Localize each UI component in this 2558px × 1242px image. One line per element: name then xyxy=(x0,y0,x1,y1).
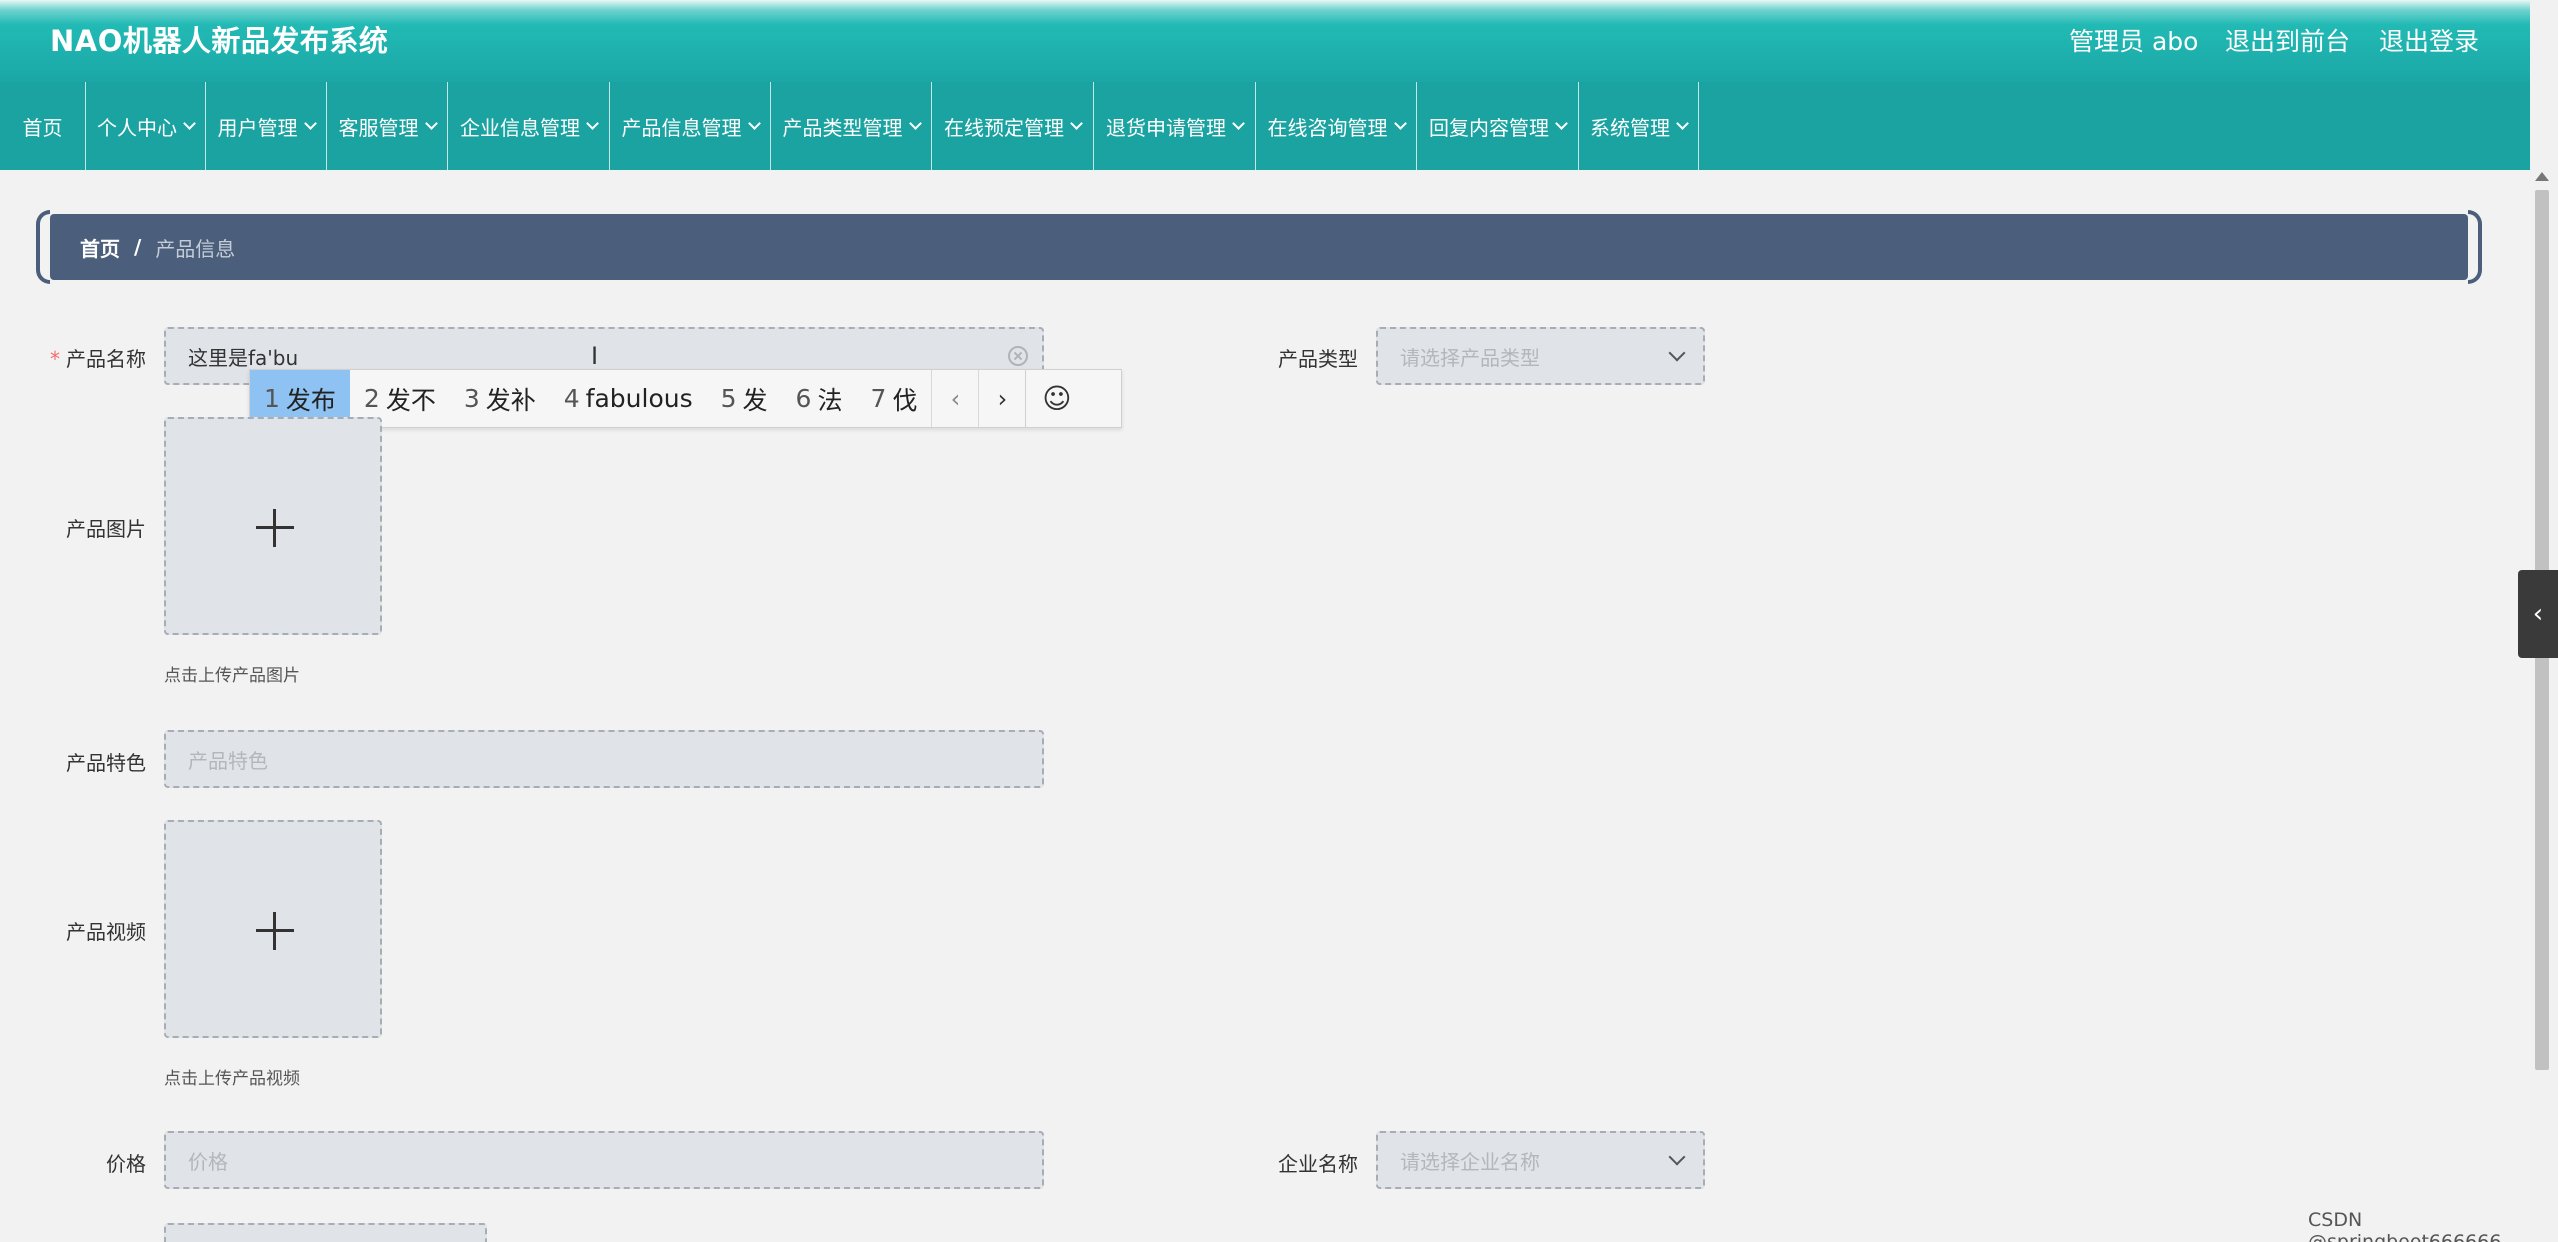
nav-item-reply[interactable]: 回复内容管理 xyxy=(1417,82,1579,170)
app-title: NAO机器人新品发布系统 xyxy=(50,24,389,58)
product-video-label: 产品视频 xyxy=(66,920,146,944)
nav-item-personal[interactable]: 个人中心 xyxy=(86,82,206,170)
breadcrumb-separator: / xyxy=(134,235,142,259)
product-image-label: 产品图片 xyxy=(66,517,146,541)
nav-item-company[interactable]: 企业信息管理 xyxy=(448,82,610,170)
plus-icon xyxy=(256,509,294,547)
collapse-panel-tab[interactable]: ‹ xyxy=(2518,570,2558,658)
ime-candidate[interactable]: 4 fabulous xyxy=(550,370,707,427)
chevron-left-icon: ‹ xyxy=(2532,599,2544,629)
logout-link[interactable]: 退出登录 xyxy=(2379,22,2479,58)
next-field-partial[interactable] xyxy=(164,1223,487,1242)
ime-candidate[interactable]: 7伐 xyxy=(856,370,931,427)
text-cursor-icon: I xyxy=(591,342,599,370)
product-video-hint: 点击上传产品视频 xyxy=(164,1069,300,1089)
top-header: NAO机器人新品发布系统 管理员 abo 退出到前台 退出登录 xyxy=(0,0,2530,82)
nav-item-booking[interactable]: 在线预定管理 xyxy=(932,82,1094,170)
chevron-down-icon xyxy=(183,116,196,130)
chevron-down-icon xyxy=(908,116,922,130)
product-name-label: * 产品名称 xyxy=(50,347,146,371)
ime-prev-page-icon[interactable]: ‹ xyxy=(931,370,978,427)
product-type-select[interactable]: 请选择产品类型 xyxy=(1376,327,1705,385)
plus-icon xyxy=(256,912,294,950)
watermark: CSDN @springboot666666 xyxy=(2308,1209,2502,1242)
product-image-upload[interactable] xyxy=(164,417,382,635)
breadcrumb: 首页 / 产品信息 xyxy=(36,210,2482,284)
ime-candidate[interactable]: 3 发补 xyxy=(450,370,550,427)
main-nav: 首页 个人中心 用户管理 客服管理 企业信息管理 产品信息管理 产品类型管理 在… xyxy=(0,82,2530,170)
scroll-up-arrow-icon[interactable] xyxy=(2535,172,2549,181)
chevron-down-icon xyxy=(747,116,761,130)
product-image-hint: 点击上传产品图片 xyxy=(164,666,300,686)
nav-item-product[interactable]: 产品信息管理 xyxy=(610,82,771,170)
ime-candidate[interactable]: 6法 xyxy=(782,370,857,427)
chevron-down-icon xyxy=(303,116,317,130)
nav-item-consult[interactable]: 在线咨询管理 xyxy=(1256,82,1417,170)
company-select[interactable]: 请选择企业名称 xyxy=(1376,1131,1705,1189)
product-feature-input[interactable]: 产品特色 xyxy=(164,730,1044,788)
chevron-down-icon xyxy=(1668,1148,1686,1166)
emoji-icon[interactable]: ☺ xyxy=(1025,370,1087,427)
nav-item-home[interactable]: 首页 xyxy=(0,82,86,170)
nav-item-system[interactable]: 系统管理 xyxy=(1579,82,1699,170)
price-input[interactable]: 价格 xyxy=(164,1131,1044,1189)
clear-icon[interactable] xyxy=(1008,346,1028,366)
ime-candidate[interactable]: 5发 xyxy=(707,370,782,427)
chevron-down-icon xyxy=(1232,116,1245,130)
breadcrumb-current: 产品信息 xyxy=(155,236,236,261)
chevron-down-icon xyxy=(1555,116,1568,130)
admin-label: 管理员 abo xyxy=(2069,27,2199,56)
nav-item-product-type[interactable]: 产品类型管理 xyxy=(771,82,932,170)
nav-item-service[interactable]: 客服管理 xyxy=(327,82,448,170)
product-type-label: 产品类型 xyxy=(1278,347,1358,371)
product-video-upload[interactable] xyxy=(164,820,382,1038)
chevron-down-icon xyxy=(424,116,438,130)
product-feature-label: 产品特色 xyxy=(66,751,146,775)
chevron-down-icon xyxy=(1070,116,1083,130)
back-to-front-link[interactable]: 退出到前台 xyxy=(2225,22,2350,58)
chevron-down-icon xyxy=(1676,116,1689,130)
chevron-down-icon xyxy=(586,116,599,130)
chevron-down-icon xyxy=(1393,116,1407,130)
nav-item-users[interactable]: 用户管理 xyxy=(206,82,327,170)
ime-next-page-icon[interactable]: › xyxy=(978,370,1025,427)
breadcrumb-home[interactable]: 首页 xyxy=(80,233,120,262)
chevron-down-icon xyxy=(1668,344,1686,362)
company-label: 企业名称 xyxy=(1278,1152,1358,1176)
price-label: 价格 xyxy=(106,1152,146,1176)
nav-item-return[interactable]: 退货申请管理 xyxy=(1094,82,1256,170)
